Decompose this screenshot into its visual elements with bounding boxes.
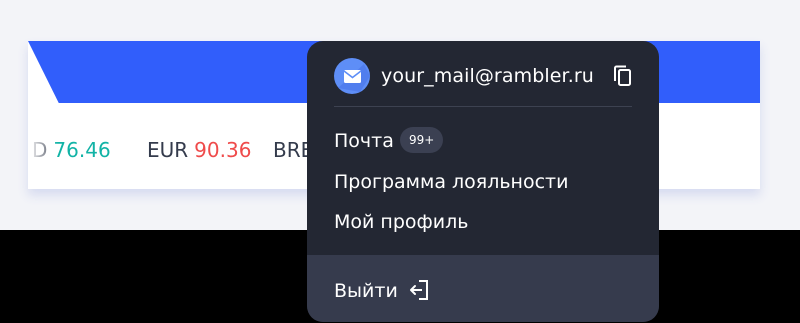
avatar [334,58,370,94]
logout-icon[interactable] [407,278,431,302]
rate-code: D [32,138,48,162]
menu-item-loyalty[interactable]: Программа лояльности [334,171,568,193]
menu-item-mail[interactable]: Почта [334,130,394,152]
rate-eur: EUR 90.36 [147,138,251,162]
menu-item-profile[interactable]: Мой профиль [334,211,468,233]
rate-value: 76.46 [53,138,111,162]
rate-code: EUR [147,138,189,162]
menu-divider [334,106,632,107]
rate-usd: D 76.46 [32,138,111,162]
logout-section: Выйти [307,255,659,322]
menu-item-label: Программа лояльности [334,171,569,193]
account-header: your_mail@rambler.ru [334,58,631,94]
menu-item-label: Мой профиль [334,211,469,233]
copy-icon[interactable] [612,64,634,88]
account-dropdown: your_mail@rambler.ru Почта 99+ Программа… [307,41,659,322]
rate-value: 90.36 [194,138,252,162]
account-email: your_mail@rambler.ru [381,65,594,87]
menu-item-label: Почта [334,130,394,152]
logout-button[interactable]: Выйти [334,280,398,302]
mail-avatar-icon [338,64,370,92]
mail-count-badge: 99+ [400,127,444,153]
